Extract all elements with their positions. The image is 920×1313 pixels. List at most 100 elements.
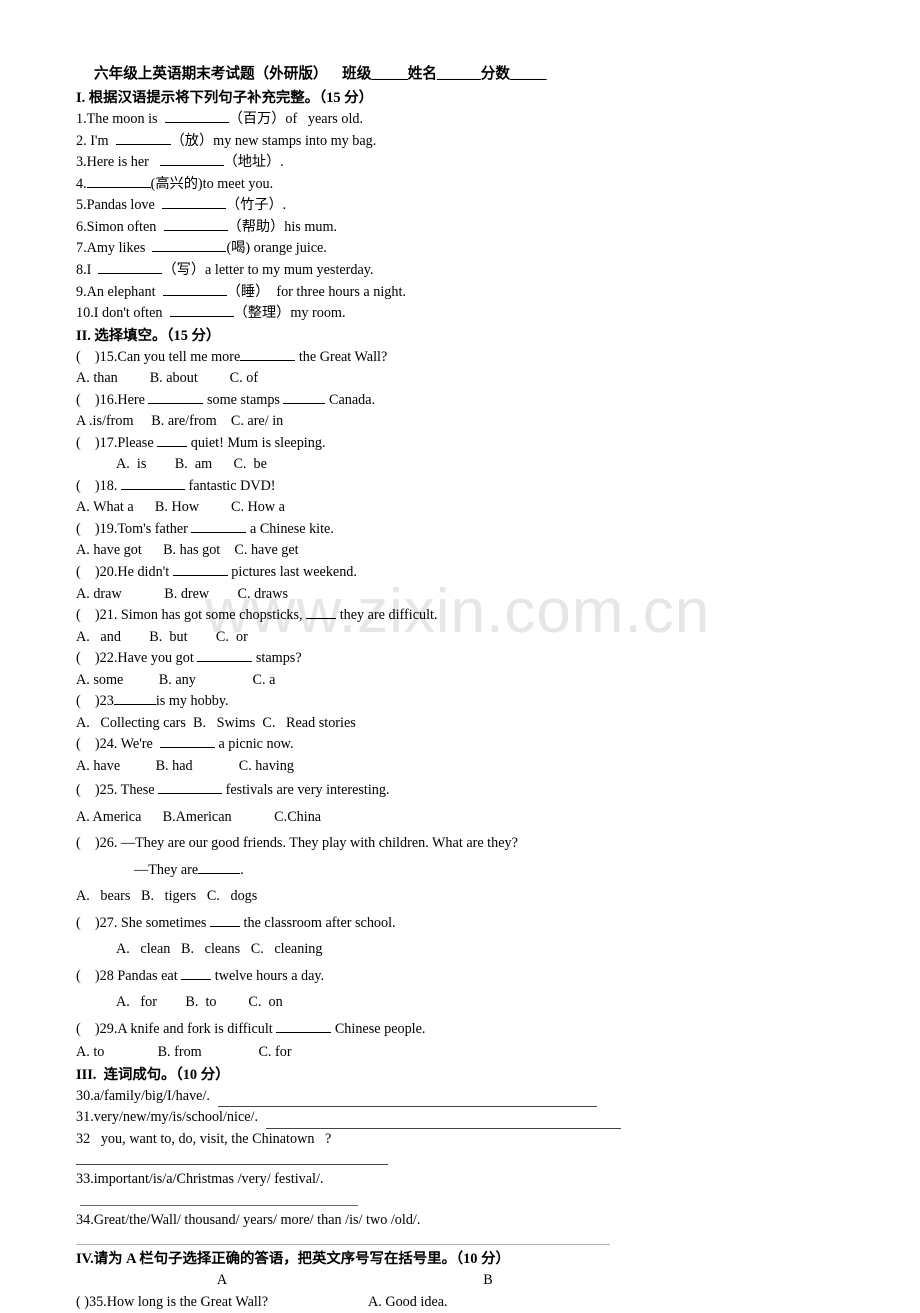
fill-item-6-blank[interactable] [163, 217, 228, 231]
fill-item-2-blank[interactable] [115, 131, 171, 145]
fill-item-6-pre: 6.Simon often [76, 218, 164, 235]
mc-question-15-blank[interactable] [240, 347, 296, 361]
fill-item-7-pre: 7.Amy likes [76, 240, 153, 257]
mc-question-20-stem-pre[interactable]: ( )20.He didn't [76, 564, 173, 580]
mc-question-17-blank[interactable] [157, 433, 188, 447]
fill-item-4-blank[interactable] [86, 174, 151, 188]
fill-item-5-post: （竹子）. [225, 197, 287, 214]
match-row-b-35[interactable]: A. Good idea. [368, 1292, 608, 1313]
mc-question-28: ( )28 Pandas eat twelve hours a day. [76, 963, 890, 990]
fill-item-4: 4. (高兴的)to meet you. [76, 174, 890, 196]
fill-item-4-post: (高兴的)to meet you. [150, 175, 274, 192]
fill-item-1-blank[interactable] [164, 109, 229, 124]
mc-question-27-stem-pre[interactable]: ( )27. She sometimes [76, 915, 210, 931]
document-content: 六年级上英语期末考试题（外研版） 班级_____姓名______分数_____ … [0, 0, 920, 1313]
mc-question-29-stem-pre[interactable]: ( )29.A knife and fork is difficult [76, 1021, 276, 1037]
mc-question-24-blank[interactable] [159, 734, 215, 749]
fill-item-4-pre: 4. [76, 175, 87, 192]
match-column-a-header: A [216, 1272, 228, 1289]
mc-question-21-blank[interactable] [306, 605, 337, 620]
mc-options-20[interactable]: A. draw B. drew C. draws [76, 584, 890, 606]
reorder-item-30-label: 30.a/family/big/I/have/. [76, 1087, 210, 1104]
mc-question-27-blank[interactable] [209, 913, 240, 927]
mc-options-26[interactable]: A. bears B. tigers C. dogs [76, 883, 890, 910]
reorder-item-34: 34.Great/the/Wall/ thousand/ years/ more… [76, 1211, 421, 1228]
exam-page: www.zixin.com.cn 六年级上英语期末考试题（外研版） 班级____… [0, 0, 920, 1310]
mc-question-28-blank[interactable] [181, 966, 212, 980]
mc-question-18-blank[interactable] [120, 476, 185, 490]
fill-item-9-pre: 9.An elephant [76, 283, 163, 300]
mc-question-16-blank-1[interactable] [148, 390, 204, 404]
mc-question-20-blank[interactable] [172, 562, 228, 576]
mc-question-22-stem-pre[interactable]: ( )22.Have you got [76, 650, 197, 666]
fill-item-7-post: (喝) orange juice. [226, 240, 327, 257]
mc-question-21-stem-post: they are difficult. [336, 607, 438, 624]
mc-options-23[interactable]: A. Collecting cars B. Swims C. Read stor… [76, 713, 890, 735]
mc-question-21-stem-pre[interactable]: ( )21. Simon has got some chopsticks, [76, 607, 306, 623]
mc-options-19[interactable]: A. have got B. has got C. have get [76, 540, 890, 562]
mc-question-19-stem-pre[interactable]: ( )19.Tom's father [76, 521, 191, 537]
mc-question-16-blank-2[interactable] [283, 390, 326, 404]
mc-question-20: ( )20.He didn't pictures last weekend. [76, 562, 890, 584]
mc-options-17[interactable]: A. is B. am C. be [76, 454, 890, 476]
fill-item-1-post: （百万）of years old. [228, 111, 364, 128]
mc-question-24: ( )24. We're a picnic now. [76, 734, 890, 756]
mc-question-23-blank[interactable] [113, 691, 156, 706]
mc-options-27[interactable]: A. clean B. cleans C. cleaning [76, 936, 890, 963]
mc-question-29: ( )29.A knife and fork is difficult Chin… [76, 1016, 890, 1043]
fill-item-5-blank[interactable] [161, 195, 226, 210]
reorder-item-31-answer-line[interactable] [266, 1115, 622, 1129]
reorder-item-30: 30.a/family/big/I/have/. [76, 1086, 890, 1108]
mc-question-17-stem-pre[interactable]: ( )17.Please [76, 435, 157, 451]
mc-question-24-stem-pre[interactable]: ( )24. We're [76, 736, 160, 752]
mc-options-28[interactable]: A. for B. to C. on [76, 989, 890, 1016]
mc-question-18-stem-post: fantastic DVD! [184, 477, 276, 494]
mc-question-18-stem-pre[interactable]: ( )18. [76, 478, 121, 494]
fill-item-3-pre: 3.Here is her [76, 154, 160, 171]
mc-options-16[interactable]: A .is/from B. are/from C. are/ in [76, 411, 890, 433]
mc-question-24-stem-post: a picnic now. [214, 736, 294, 753]
mc-question-29-blank[interactable] [276, 1019, 332, 1033]
fill-item-7-blank[interactable] [152, 238, 227, 253]
mc-question-25-blank[interactable] [158, 780, 223, 795]
fill-item-3: 3.Here is her （地址）. [76, 152, 890, 174]
fill-item-10-blank[interactable] [169, 303, 234, 318]
mc-question-19-blank[interactable] [191, 519, 247, 533]
reorder-item-34-answer-line[interactable] [76, 1243, 610, 1246]
fill-item-8-blank[interactable] [98, 260, 163, 274]
reorder-item-31: 31.very/new/my/is/school/nice/. [76, 1107, 890, 1129]
mc-options-22[interactable]: A. some B. any C. a [76, 670, 890, 692]
match-row-a-35[interactable]: ( )35.How long is the Great Wall? [76, 1292, 368, 1313]
reorder-item-32-answer-line[interactable] [76, 1163, 388, 1166]
fill-item-3-blank[interactable] [159, 152, 224, 167]
mc-options-15[interactable]: A. than B. about C. of [76, 368, 890, 390]
mc-question-22-blank[interactable] [197, 648, 253, 663]
mc-question-27-stem-post: the classroom after school. [239, 914, 396, 931]
mc-question-25-stem-pre[interactable]: ( )25. These [76, 782, 158, 798]
fill-item-8-post: （写）a letter to my mum yesterday. [162, 262, 374, 278]
fill-item-7: 7.Amy likes (喝) orange juice. [76, 238, 890, 260]
mc-question-15-stem-pre[interactable]: ( )15.Can you tell me more [76, 349, 240, 365]
mc-question-18: ( )18. fantastic DVD! [76, 476, 890, 498]
reorder-item-33-answer-line[interactable] [80, 1204, 358, 1206]
mc-question-16-stem-pre[interactable]: ( )16.Here [76, 392, 148, 408]
mc-options-25[interactable]: A. America B.American C.China [76, 804, 890, 831]
mc-options-24[interactable]: A. have B. had C. having [76, 756, 890, 778]
mc-question-25-stem-post: festivals are very interesting. [222, 782, 390, 799]
fill-item-9-blank[interactable] [162, 282, 227, 296]
mc-question-26-blank[interactable] [198, 860, 241, 874]
mc-options-21[interactable]: A. and B. but C. or [76, 627, 890, 649]
reorder-item-32: 32 you, want to, do, visit, the Chinatow… [76, 1130, 332, 1147]
fill-item-10-post: （整理）my room. [233, 305, 346, 322]
mc-question-28-stem-pre[interactable]: ( )28 Pandas eat [76, 968, 181, 984]
mc-question-19-stem-post: a Chinese kite. [246, 520, 334, 537]
fill-item-8-pre: 8.I [76, 262, 99, 278]
mc-options-18[interactable]: A. What a B. How C. How a [76, 497, 890, 519]
mc-question-26[interactable]: ( )26. —They are our good friends. They … [76, 830, 890, 857]
mc-question-16-stem-post: Canada. [325, 391, 376, 408]
mc-question-17: ( )17.Please quiet! Mum is sleeping. [76, 433, 890, 455]
match-row: ( )35.How long is the Great Wall? A. Goo… [76, 1292, 890, 1313]
mc-options-29[interactable]: A. to B. from C. for [76, 1042, 890, 1064]
mc-question-23-stem-pre[interactable]: ( )23 [76, 693, 114, 709]
reorder-item-30-answer-line[interactable] [217, 1093, 597, 1108]
